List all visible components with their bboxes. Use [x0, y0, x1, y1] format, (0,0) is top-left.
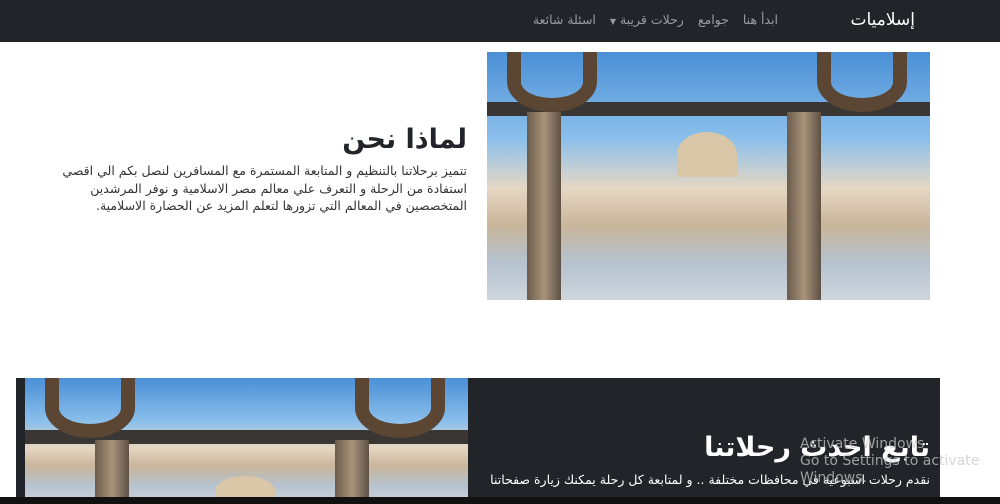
- nav-links: ابدأ هنا جوامع رحلات قريبة▼ اسئلة شائعة: [533, 12, 778, 27]
- nav-faq[interactable]: اسئلة شائعة: [533, 12, 596, 27]
- activate-windows-watermark: Activate Windows Go to Settings to activ…: [800, 436, 1000, 487]
- navbar: إسلاميات ابدأ هنا جوامع رحلات قريبة▼ اسئ…: [0, 0, 1000, 42]
- about-title: لماذا نحن: [342, 124, 467, 155]
- watermark-line1: Activate Windows: [800, 436, 925, 452]
- mosque-image: [487, 52, 930, 300]
- watermark-line2: Go to Settings to activate Windows.: [800, 453, 980, 486]
- nav-mosques[interactable]: جوامع: [698, 12, 729, 27]
- about-text: تتميز برحلاتنا بالتنظيم و المتابعة المست…: [62, 163, 467, 213]
- taskbar: [0, 497, 1000, 504]
- brand-link[interactable]: إسلاميات: [850, 10, 915, 30]
- nav-start-here[interactable]: ابدأ هنا: [743, 12, 778, 27]
- mosque-image-2: [25, 378, 468, 504]
- caret-down-icon: ▼: [609, 17, 617, 26]
- nav-nearby-trips-label: رحلات قريبة: [620, 12, 684, 27]
- nav-nearby-trips-dropdown[interactable]: رحلات قريبة▼: [610, 12, 684, 27]
